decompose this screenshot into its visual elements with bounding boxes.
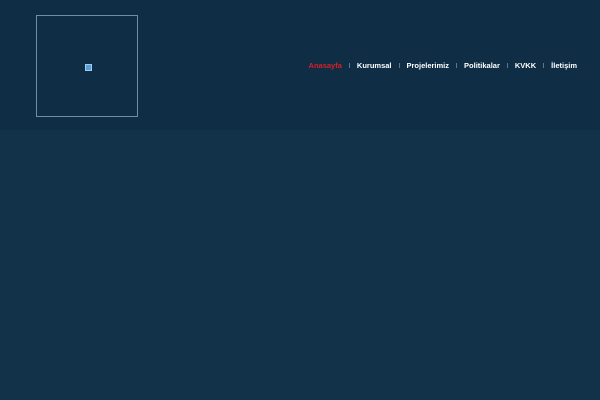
nav-separator <box>456 62 458 68</box>
broken-image-icon <box>85 64 92 71</box>
site-logo[interactable] <box>36 15 138 117</box>
nav-separator <box>543 62 545 68</box>
nav-separator <box>348 62 350 68</box>
site-header: Anasayfa Kurumsal Projelerimiz Politikal… <box>0 0 600 130</box>
nav-item-politikalar[interactable]: Politikalar <box>464 61 500 70</box>
nav-item-projelerimiz[interactable]: Projelerimiz <box>407 61 450 70</box>
main-content <box>0 130 600 400</box>
nav-item-kurumsal[interactable]: Kurumsal <box>357 61 392 70</box>
main-nav: Anasayfa Kurumsal Projelerimiz Politikal… <box>309 59 577 71</box>
nav-item-iletisim[interactable]: İletişim <box>551 61 577 70</box>
nav-item-kvkk[interactable]: KVKK <box>515 61 536 70</box>
nav-item-anasayfa[interactable]: Anasayfa <box>309 61 342 70</box>
nav-separator <box>506 62 508 68</box>
nav-separator <box>398 62 400 68</box>
